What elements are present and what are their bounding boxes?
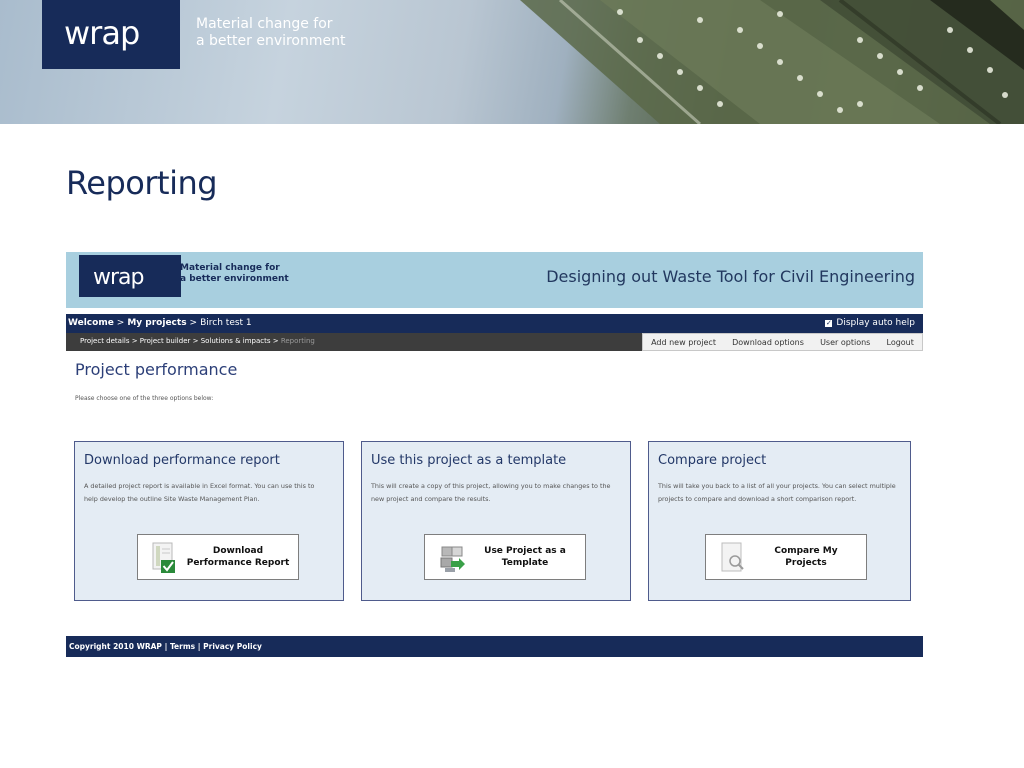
compare-my-projects-button[interactable]: Compare My Projects [705,534,867,580]
breadcrumb-separator: > [116,318,125,328]
button-label-line-1: Download [212,546,264,556]
breadcrumb-separator: > [189,318,198,328]
checkbox-checked-icon[interactable]: ✓ [825,320,833,327]
app-wrap-logo-mark: wrap [93,265,145,290]
panel-description: A detailed project report is available i… [84,482,315,503]
footer-separator: | [164,642,168,651]
add-new-project-link[interactable]: Add new project [651,338,716,347]
copy-project-icon [440,546,465,572]
button-label-line-2: Performance Report [186,558,290,568]
app-header: wrap Material change for a better enviro… [66,252,923,308]
wrap-logo: wrap [42,0,180,69]
step-breadcrumb-current: Reporting [280,337,315,345]
compare-project-panel: Compare project This will take you back … [648,441,911,601]
user-menu: Add new project Download options User op… [642,333,923,351]
tagline-line-2: a better environment [196,33,346,49]
button-label: Use Project as a Template [469,535,581,579]
panel-description: This will take you back to a list of all… [658,482,896,503]
document-search-icon [721,542,744,572]
breadcrumb: Welcome > My projects > Birch test 1 [68,318,252,328]
document-check-icon [152,542,175,573]
app-screenshot: wrap Material change for a better enviro… [66,252,923,657]
breadcrumb-my-projects[interactable]: My projects [127,318,186,328]
footer-copyright: Copyright 2010 WRAP [69,642,162,651]
step-breadcrumb: Project details > Project builder > Solu… [80,337,315,345]
svg-text:wrap: wrap [64,14,139,52]
page-instruction: Please choose one of the three options b… [75,395,214,402]
app-tagline-line-1: Material change for [180,263,280,273]
banner-tagline: Material change for a better environment [196,16,346,50]
svg-text:wrap: wrap [93,265,144,290]
footer-separator: | [197,642,201,651]
button-label-line-2: Template [501,558,549,568]
download-report-panel: Download performance report A detailed p… [74,441,344,601]
app-tagline-line-2: a better environment [180,274,289,284]
breadcrumb-welcome[interactable]: Welcome [68,318,114,328]
display-auto-help-label: Display auto help [836,318,915,328]
button-label-line-2: Projects [785,558,827,568]
breadcrumb-current-project: Birch test 1 [200,318,252,328]
template-panel: Use this project as a template This will… [361,441,631,601]
panel-title: Download performance report [84,453,280,468]
app-title: Designing out Waste Tool for Civil Engin… [546,267,915,286]
app-footer: Copyright 2010 WRAP | Terms | Privacy Po… [66,636,923,657]
slide-title: Reporting [66,164,218,202]
user-options-link[interactable]: User options [820,338,870,347]
panel-title: Use this project as a template [371,453,567,468]
button-label: Download Performance Report [182,535,294,579]
use-project-as-template-button[interactable]: Use Project as a Template [424,534,586,580]
step-breadcrumb-links[interactable]: Project details > Project builder > Solu… [80,337,281,345]
display-auto-help-toggle[interactable]: ✓ Display auto help [825,318,915,328]
footer-links: Copyright 2010 WRAP | Terms | Privacy Po… [69,642,262,651]
panel-title: Compare project [658,453,767,468]
wrap-logo-mark: wrap [64,14,140,52]
download-options-link[interactable]: Download options [732,338,804,347]
footer-privacy-link[interactable]: Privacy Policy [203,642,262,651]
download-performance-report-button[interactable]: Download Performance Report [137,534,299,580]
slide-banner: wrap Material change for a better enviro… [0,0,1024,124]
panel-description: This will create a copy of this project,… [371,482,611,503]
button-label: Compare My Projects [750,535,862,579]
button-label-line-1: Use Project as a [484,546,566,556]
tagline-line-1: Material change for [196,16,333,32]
app-tagline: Material change for a better environment [180,263,289,285]
app-wrap-logo[interactable]: wrap [79,255,181,297]
page-title: Project performance [75,360,238,379]
logout-link[interactable]: Logout [887,338,914,347]
button-label-line-1: Compare My [774,546,838,556]
footer-terms-link[interactable]: Terms [170,642,195,651]
main-nav-bar: Welcome > My projects > Birch test 1 ✓ Displa… [66,314,923,333]
sub-nav-bar: Project details > Project builder > Solu… [66,333,923,351]
